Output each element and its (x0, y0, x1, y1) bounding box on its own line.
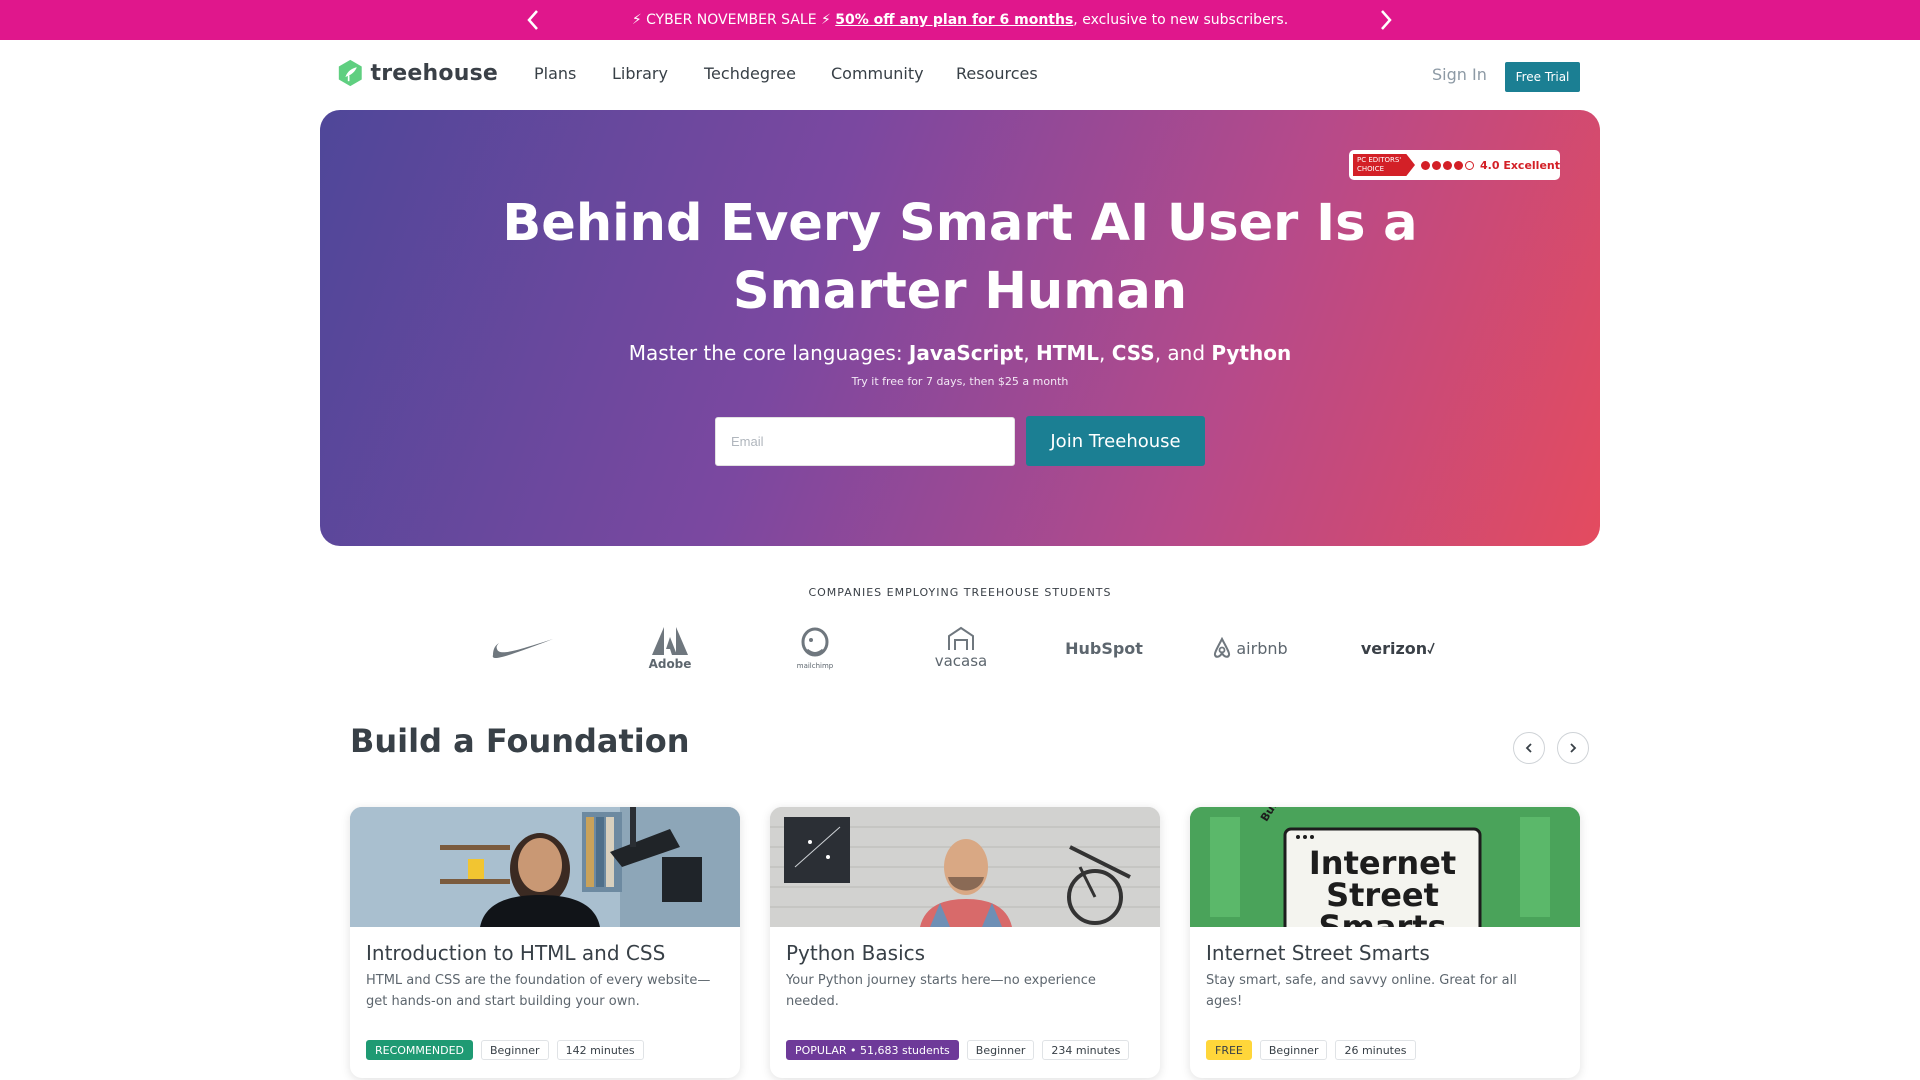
carousel-prev-button[interactable] (1513, 732, 1545, 764)
course-description: Your Python journey starts here—no exper… (786, 973, 1096, 1009)
duration-tag: 142 minutes (556, 1040, 644, 1060)
instructor-video-image (350, 807, 740, 927)
nike-logo: nike (488, 618, 558, 678)
mailchimp-logo: mailchimp (785, 618, 845, 678)
course-card-html-css[interactable]: Introduction to HTML and CSS HTML and CS… (350, 807, 740, 1078)
vacasa-house-icon (948, 626, 974, 650)
image-title-line: Street (1326, 876, 1439, 914)
language-python: Python (1211, 341, 1292, 365)
image-title-block: Internet Street Smarts (1285, 847, 1480, 927)
treehouse-logo[interactable]: treehouse (338, 55, 498, 91)
course-title: Python Basics (786, 941, 926, 965)
promo-next-button[interactable] (1372, 6, 1400, 34)
trial-note: Try it free for 7 days, then $25 a month (851, 375, 1069, 388)
adobe-mark-icon (652, 627, 688, 655)
pcmag-editors-choice-badge: PC EDITORS' CHOICE 4.0 Excellent (1349, 150, 1560, 180)
vacasa-logo-text: vacasa (934, 652, 988, 670)
level-tag: Beginner (966, 1040, 1035, 1060)
course-tags: FREE Beginner 26 minutes (1206, 1040, 1416, 1060)
chevron-left-icon (1525, 743, 1532, 753)
treehouse-leaf-icon (338, 59, 362, 87)
course-description: Stay smart, safe, and savvy online. Grea… (1206, 973, 1517, 1009)
hero-subtitle: Master the core languages: JavaScript, H… (440, 338, 1480, 368)
rating-dot-filled (1432, 160, 1441, 170)
airbnb-logo-text: airbnb (1236, 638, 1288, 658)
nav-techdegree[interactable]: Techdegree (704, 60, 796, 88)
airbnb-logo: airbnb (1210, 618, 1290, 678)
course-tags: RECOMMENDED Beginner 142 minutes (366, 1040, 644, 1060)
rating-dot-empty (1465, 160, 1474, 170)
separator: , (1023, 341, 1036, 365)
course-thumbnail (770, 807, 1160, 927)
promo-offer-link[interactable]: 50% off any plan for 6 months (835, 12, 1073, 28)
image-title-line: Smarts (1318, 908, 1447, 927)
hubspot-logo-text: HubSpot (1065, 638, 1143, 658)
adobe-logo-text: Adobe (648, 657, 692, 671)
carousel-next-button[interactable] (1557, 732, 1589, 764)
separator: , (1099, 341, 1112, 365)
companies-label: COMPANIES EMPLOYING TREEHOUSE STUDENTS (808, 586, 1112, 599)
pcmag-ribbon: PC EDITORS' CHOICE (1353, 154, 1415, 176)
course-title: Internet Street Smarts (1206, 941, 1430, 965)
brand-name: treehouse (370, 60, 498, 86)
rating-dot-filled (1421, 160, 1430, 170)
verizon-logo: verizon (1360, 618, 1436, 678)
rating-dots (1421, 160, 1474, 170)
language-css: CSS (1111, 341, 1155, 365)
vacasa-logo: vacasa (925, 618, 997, 678)
nav-community[interactable]: Community (831, 60, 924, 88)
duration-tag: 26 minutes (1335, 1040, 1416, 1060)
language-html: HTML (1035, 341, 1099, 365)
rating-dot-filled (1443, 160, 1452, 170)
verizon-check-icon (1427, 642, 1435, 654)
mailchimp-logo-text: mailchimp (796, 662, 834, 670)
level-tag: Beginner (1259, 1040, 1328, 1060)
chevron-right-icon (1570, 743, 1577, 753)
nav-library[interactable]: Library (612, 60, 668, 88)
section-title: Build a Foundation (350, 722, 690, 760)
level-tag: Beginner (480, 1040, 549, 1060)
language-javascript: JavaScript (908, 341, 1024, 365)
course-title: Introduction to HTML and CSS (366, 941, 666, 965)
nav-resources[interactable]: Resources (956, 60, 1038, 88)
nav-plans[interactable]: Plans (534, 60, 576, 88)
adobe-logo: Adobe (640, 618, 700, 678)
course-thumbnail: Build your Internet Street Smarts (1190, 807, 1580, 927)
course-thumbnail (350, 807, 740, 927)
hubspot-logo: HubSpot (1065, 618, 1143, 678)
email-field[interactable] (715, 417, 1015, 466)
course-card-python-basics[interactable]: Python Basics Your Python journey starts… (770, 807, 1160, 1078)
sign-in-link[interactable]: Sign In (1432, 62, 1487, 88)
promo-prefix: ⚡ CYBER NOVEMBER SALE ⚡ (631, 12, 836, 28)
mailchimp-freddie-icon (801, 627, 829, 657)
image-title-line: Internet (1308, 844, 1457, 882)
airbnb-belo-icon (1214, 637, 1231, 658)
promo-text: ⚡ CYBER NOVEMBER SALE ⚡ 50% off any plan… (0, 0, 1920, 40)
duration-tag: 234 minutes (1042, 1040, 1130, 1060)
recommended-badge: RECOMMENDED (366, 1040, 473, 1060)
instructor-video-image (770, 807, 1160, 927)
popular-badge: POPULAR • 51,683 students (786, 1040, 959, 1060)
verizon-logo-text: verizon (1360, 638, 1428, 658)
nike-swoosh-icon (492, 639, 553, 658)
free-badge: FREE (1206, 1040, 1252, 1060)
hero-subtitle-prefix: Master the core languages: (628, 341, 909, 365)
chevron-right-icon (1381, 10, 1392, 30)
pcmag-rating-text: 4.0 Excellent (1480, 158, 1560, 172)
promo-suffix: , exclusive to new subscribers. (1073, 12, 1289, 28)
course-card-internet-street-smarts[interactable]: Build your Internet Street Smarts Intern… (1190, 807, 1580, 1078)
course-tags: POPULAR • 51,683 students Beginner 234 m… (786, 1040, 1130, 1060)
hero-title: Behind Every Smart AI User Is a Smarter … (502, 194, 1418, 321)
rating-dot-filled (1454, 160, 1463, 170)
separator: , and (1154, 341, 1212, 365)
free-trial-button[interactable]: Free Trial (1505, 62, 1580, 92)
join-treehouse-button[interactable]: Join Treehouse (1026, 416, 1205, 466)
course-description: HTML and CSS are the foundation of every… (366, 973, 711, 1009)
